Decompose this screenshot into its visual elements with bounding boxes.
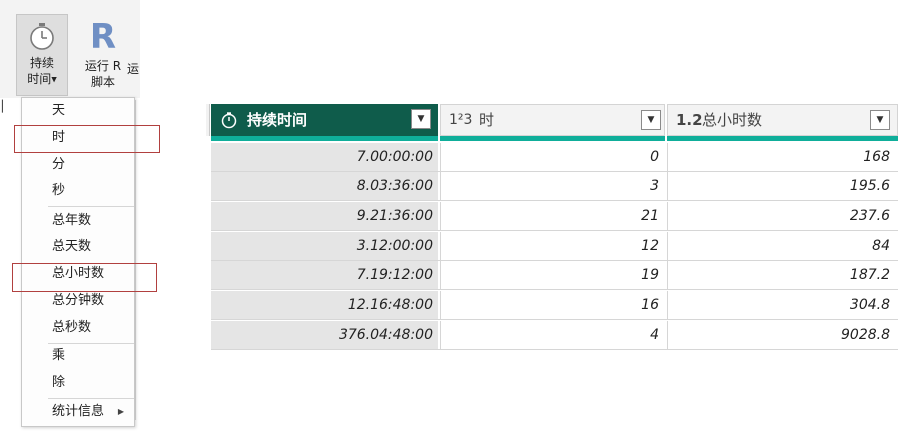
chevron-down-icon: ▼ [876,115,884,125]
cell-total-hours[interactable]: 237.6 [667,202,898,230]
column-header-hour[interactable]: 1²3 时 ▼ [440,104,665,136]
chevron-right-icon: ▶ [117,407,124,416]
menu-item-total-years[interactable]: 总年数 [22,209,134,233]
column-header-duration[interactable]: 持续时间 ▼ [211,104,438,136]
column-filter-dropdown[interactable]: ▼ [641,110,661,130]
cell-total-hours[interactable]: 187.2 [667,261,898,289]
table-row: 9.21:36:00 21 237.6 [211,202,898,231]
menu-item-minute[interactable]: 分 [22,153,134,177]
column-header-cut [206,104,210,136]
cell-total-hours[interactable]: 304.8 [667,291,898,319]
cell-hour[interactable]: 0 [440,143,665,171]
column-quality-bar [667,136,898,141]
cell-duration[interactable]: 8.03:36:00 [211,172,438,200]
ribbon: 持续 时间▼ R 运行 R 脚本 运 [0,0,140,98]
whole-number-type-icon: 1²3 [449,112,473,128]
duration-type-icon [221,112,237,129]
cell-hour[interactable]: 21 [440,202,665,230]
chevron-down-icon: ▼ [417,114,425,124]
cell-hour[interactable]: 12 [440,232,665,260]
column-quality-bar [211,136,438,141]
menu-item-total-days[interactable]: 总天数 [22,235,134,259]
highlight-box-total-hours [12,263,157,292]
column-filter-dropdown[interactable]: ▼ [870,110,890,130]
cell-total-hours[interactable]: 9028.8 [667,321,898,349]
cell-hour[interactable]: 19 [440,261,665,289]
menu-item-divide[interactable]: 除 [22,371,134,395]
duration-button-label-1: 持续 [29,56,54,70]
menu-item-day[interactable]: 天 [22,99,134,123]
chevron-down-icon: ▼ [647,115,655,125]
run-r-label-2: 脚本 [90,75,115,89]
menu-item-total-minutes[interactable]: 总分钟数 [22,289,134,313]
menu-item-statistics-label: 统计信息 [52,404,105,419]
cell-duration[interactable]: 7.00:00:00 [211,143,438,171]
run-extra-label: 运 [127,62,140,76]
table-row: 12.16:48:00 16 304.8 [211,291,898,320]
cell-total-hours[interactable]: 195.6 [667,172,898,200]
menu-item-total-seconds[interactable]: 总秒数 [22,316,134,340]
menu-item-multiply[interactable]: 乘 [22,344,134,368]
menu-item-second[interactable]: 秒 [22,179,134,203]
cell-total-hours[interactable]: 84 [667,232,898,260]
cell-duration[interactable]: 12.16:48:00 [211,291,438,319]
table-row: 8.03:36:00 3 195.6 [211,172,898,201]
cell-hour[interactable]: 3 [440,172,665,200]
duration-button[interactable]: 持续 时间▼ [16,14,68,96]
r-logo-icon: R [89,17,117,57]
run-r-script-button[interactable]: R 运行 R 脚本 [74,14,132,96]
cell-hour[interactable]: 4 [440,321,665,349]
stopwatch-icon [30,23,54,50]
data-table: 持续时间 ▼ 1²3 时 ▼ 1.2 总小时数 ▼ 7.00:00:00 0 1… [206,104,898,354]
cell-duration[interactable]: 376.04:48:00 [211,321,438,349]
cell-duration[interactable]: 7.19:12:00 [211,261,438,289]
menu-separator [48,398,134,399]
column-header-label: 总小时数 [702,111,763,129]
chevron-down-icon: ▼ [51,75,57,84]
column-header-label: 时 [479,111,495,129]
menu-separator [48,206,134,207]
column-header-total-hours[interactable]: 1.2 总小时数 ▼ [667,104,898,136]
cell-duration[interactable]: 9.21:36:00 [211,202,438,230]
table-row: 3.12:00:00 12 84 [211,232,898,261]
background-fragment: ▏ [2,100,11,113]
cell-total-hours[interactable]: 168 [667,143,898,171]
decimal-type-icon: 1.2 [676,111,703,129]
column-filter-dropdown[interactable]: ▼ [411,109,431,129]
column-header-label: 持续时间 [247,111,308,129]
menu-item-statistics[interactable]: 统计信息 ▶ [22,400,134,424]
cell-duration[interactable]: 3.12:00:00 [211,232,438,260]
highlight-box-hour [14,125,160,153]
column-quality-bar [440,136,665,141]
table-row: 7.00:00:00 0 168 [211,143,898,172]
table-row: 376.04:48:00 4 9028.8 [211,321,898,350]
table-row: 7.19:12:00 19 187.2 [211,261,898,290]
duration-button-label-2: 时间 [27,72,52,86]
run-r-label-1: 运行 R [84,59,122,73]
cell-hour[interactable]: 16 [440,291,665,319]
